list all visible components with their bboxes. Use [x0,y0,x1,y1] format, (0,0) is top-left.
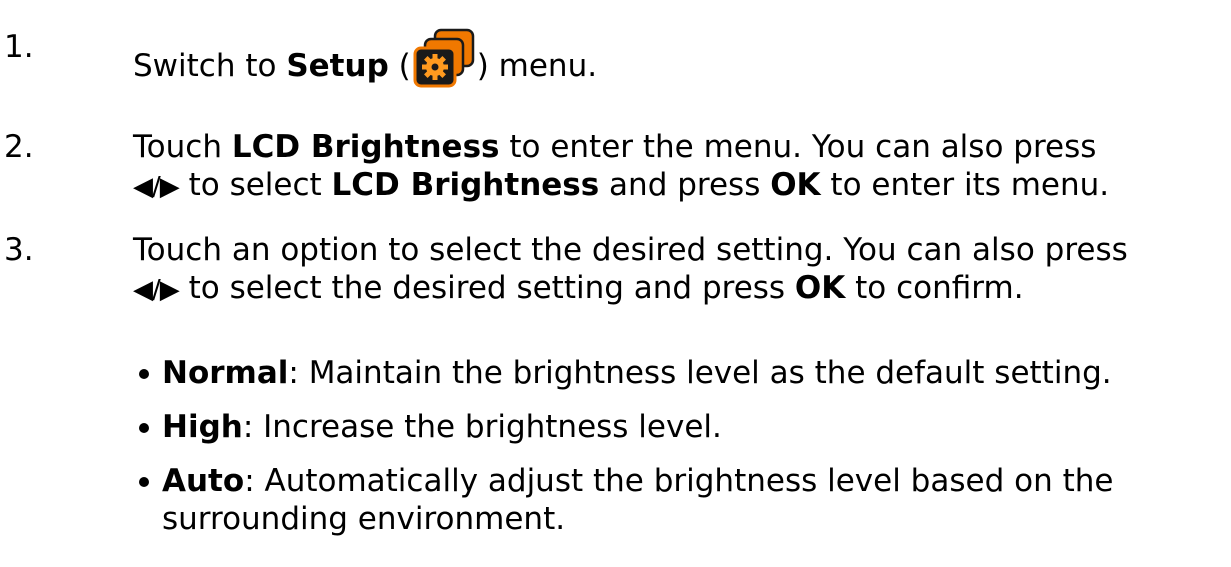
bullet-icon [139,477,149,487]
lcd-brightness-term: LCD Brightness [331,167,600,203]
bullet-icon [139,423,149,433]
left-right-arrow-icon: ◀/▶ [133,275,180,305]
step-number: 1. [4,29,34,65]
lcd-brightness-term: LCD Brightness [231,129,500,165]
setup-gear-icon [413,28,474,88]
left-right-arrow-icon: ◀/▶ [133,172,180,202]
ok-term: OK [770,167,821,203]
step-number: 3. [4,232,34,268]
bullet-icon [139,369,149,379]
setup-term: Setup [286,48,389,84]
ok-term: OK [794,270,846,306]
instruction-page: 1. Switch to Setup () menu. 2. Touch LC… [0,0,1231,567]
step-text: Switch to Setup () menu. [133,28,1223,90]
step-number: 2. [4,129,34,165]
step-text: Touch LCD Brightness to enter the menu. … [133,129,1110,203]
step-text: Touch an option to select the desired se… [133,232,1128,306]
